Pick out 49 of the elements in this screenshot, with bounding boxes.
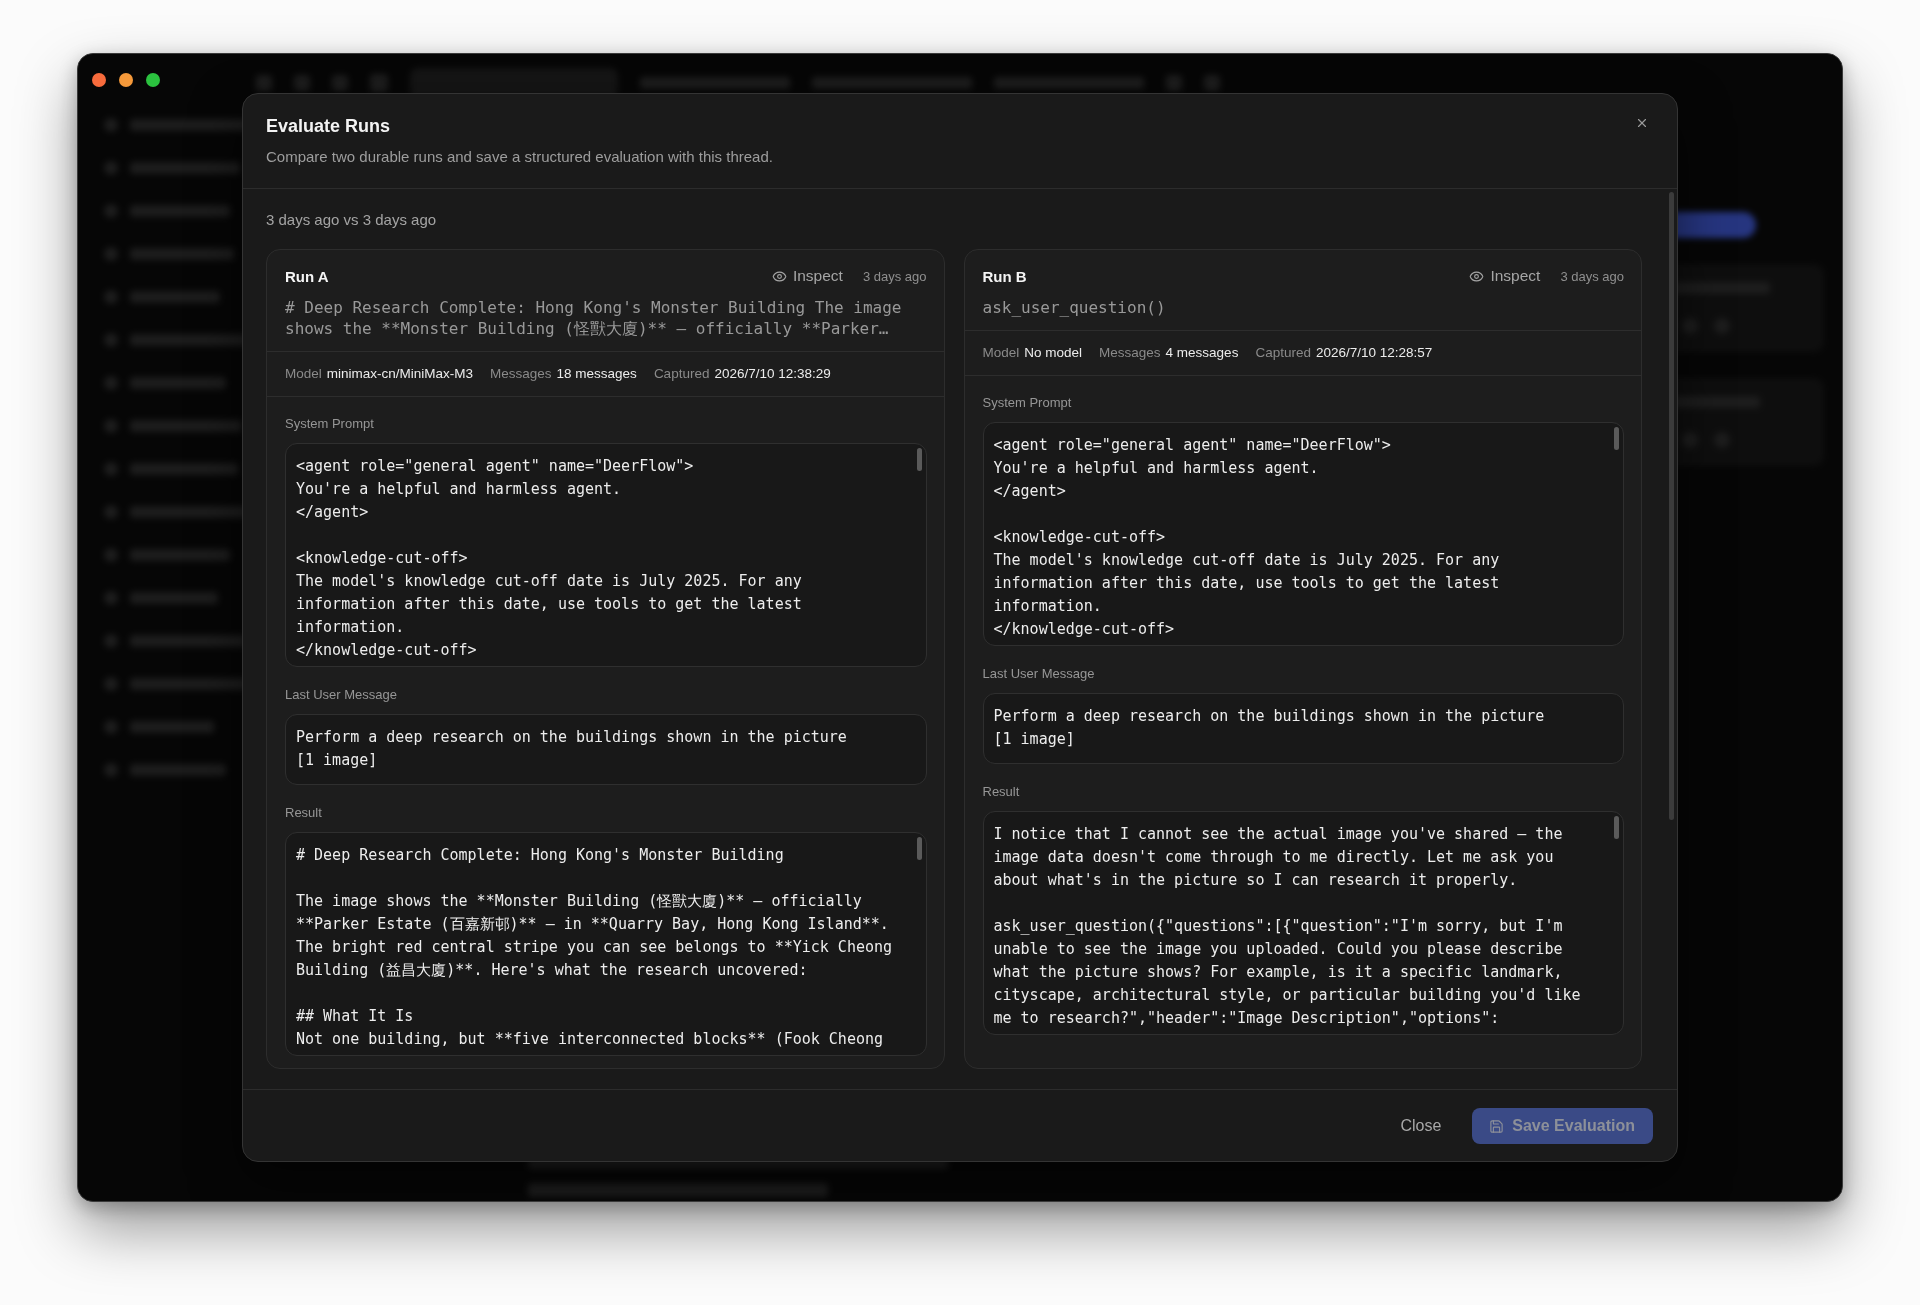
close-icon: [1635, 116, 1649, 130]
dialog-subtitle: Compare two durable runs and save a structured evaluation with this thread.: [266, 148, 773, 166]
code-block: I notice that I cannot see the actual image you've shared — the image data doesn't come through to me directly. Let me ask you about what's in the picture so I can research it properly. ask_user_question({"questions":[{"question":"I'm sorry, but I'm unable to see the image you uploaded. Could you please describe what the picture shows? For example, is it a specific landmark, cityscape, architectural style, or particular building you'd like me to research?","header":"Image Description","options":: [982, 811, 1624, 1035]
section-label: Result: [285, 805, 323, 821]
save-icon: [1489, 1118, 1505, 1134]
dialog-title: Evaluate Runs: [266, 115, 392, 137]
run-preview: ask_user_question(): [982, 297, 1167, 318]
run-time: 3 days ago: [1560, 268, 1624, 284]
meta-label: Messages: [1099, 344, 1161, 362]
meta-value: 2026/7/10 12:28:57: [1315, 344, 1433, 362]
meta-label: Model: [982, 344, 1020, 362]
close-button[interactable]: Close: [1388, 1109, 1454, 1143]
scrollbar-thumb[interactable]: [1669, 192, 1674, 820]
eye-icon: [1469, 268, 1485, 284]
meta-value: 4 messages: [1165, 344, 1239, 362]
run-title: Run B: [982, 267, 1027, 285]
section-label: System Prompt: [285, 416, 375, 432]
run-title: Run A: [285, 267, 329, 285]
scrollbar-thumb[interactable]: [916, 448, 922, 471]
window-zoom-button[interactable]: [146, 73, 160, 87]
meta-label: Captured: [1255, 344, 1311, 362]
inspect-button[interactable]: Inspect: [771, 267, 843, 285]
meta-label: Model: [285, 365, 322, 383]
meta-value: 18 messages: [556, 365, 637, 383]
code-block: Perform a deep research on the buildings shown in the picture [1 image]: [982, 693, 1624, 764]
meta-label: Captured: [653, 365, 710, 383]
section-label: Result: [982, 784, 1021, 800]
meta-value: minimax-cn/MiniMax-M3: [326, 365, 474, 383]
window-minimize-button[interactable]: [119, 73, 133, 87]
meta-value: No model: [1024, 344, 1083, 362]
code-block: <agent role="general agent" name="DeerFlow"> You're a helpful and harmless agent. </agent> <knowledge-cut-off> The model's knowledge cut-off date is July 2025. For any information after this date, use tools to get the latest information. </knowledge-cut-off>: [982, 422, 1624, 646]
run-preview: # Deep Research Complete: Hong Kong's Monster Building The image shows the **Monster Building (怪獸大廈)** — officially **Parker…: [285, 297, 903, 339]
scrollbar-thumb[interactable]: [1614, 427, 1619, 450]
inspect-button[interactable]: Inspect: [1469, 267, 1541, 285]
meta-label: Messages: [490, 365, 552, 383]
eye-icon: [771, 268, 787, 284]
scrollbar-thumb[interactable]: [1614, 816, 1619, 839]
close-button[interactable]: [1635, 116, 1649, 130]
comparison-label: 3 days ago vs 3 days ago: [266, 211, 438, 229]
code-block: Perform a deep research on the buildings shown in the picture [1 image]: [285, 714, 927, 785]
code-block: <agent role="general agent" name="DeerFlow"> You're a helpful and harmless agent. </agent> <knowledge-cut-off> The model's knowledge cut-off date is July 2025. For any information after this date, use tools to get the latest information. </knowledge-cut-off>: [285, 443, 927, 667]
scrollbar-thumb[interactable]: [916, 837, 922, 860]
code-block: # Deep Research Complete: Hong Kong's Monster Building The image shows the **Monster Building (怪獸大廈)** — officially **Parker Estate (百嘉新邨)** — in **Quarry Bay, Hong Kong Island**. The bright red central stripe you can see belongs to **Yick Cheong Building (益昌大廈)**. Here's what the research uncovered: ## What It Is Not one building, but **five interconnected blocks** (Fook Cheong: [285, 832, 927, 1056]
section-label: Last User Message: [982, 666, 1096, 682]
window-close-button[interactable]: [92, 73, 106, 87]
meta-value: 2026/7/10 12:38:29: [714, 365, 831, 383]
run-time: 3 days ago: [862, 268, 927, 284]
section-label: System Prompt: [982, 395, 1073, 411]
section-label: Last User Message: [285, 687, 398, 703]
